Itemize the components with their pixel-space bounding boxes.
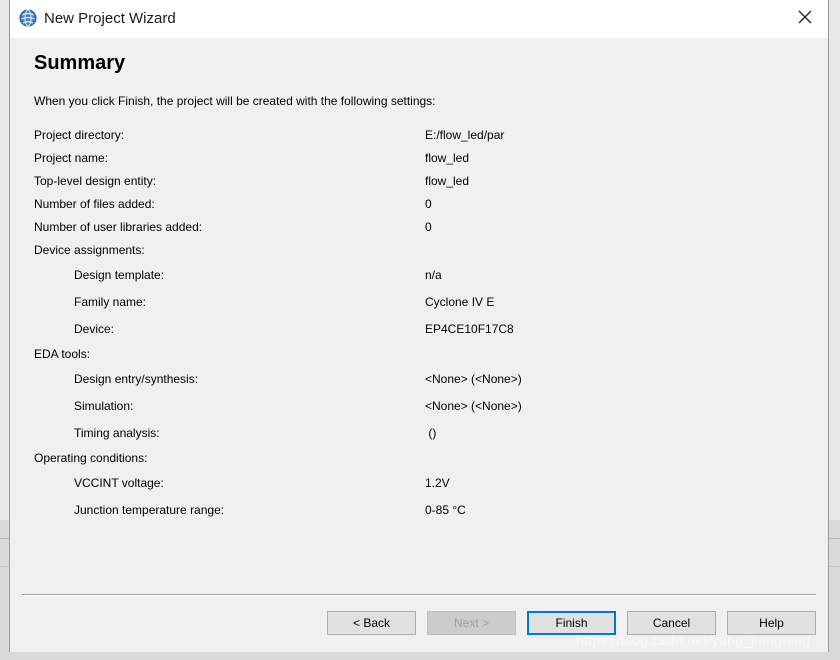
summary-section-operating-conditions: Operating conditions: bbox=[10, 451, 828, 469]
row-label: Number of user libraries added: bbox=[34, 220, 203, 234]
row-value: 0 bbox=[425, 197, 432, 211]
row-value: 0 bbox=[425, 220, 432, 234]
row-value: 0-85 °C bbox=[425, 503, 466, 517]
footer-divider-highlight bbox=[22, 595, 816, 596]
row-value: EP4CE10F17C8 bbox=[425, 322, 514, 336]
summary-row-files-added: Number of files added: 0 bbox=[10, 197, 828, 215]
summary-row-project-directory: Project directory: E:/flow_led/par bbox=[10, 128, 828, 146]
row-value: 1.2V bbox=[425, 476, 450, 490]
row-value: flow_led bbox=[425, 151, 470, 165]
page-title: Summary bbox=[34, 52, 126, 74]
summary-section-eda-tools: EDA tools: bbox=[10, 347, 828, 365]
summary-row-top-level-entity: Top-level design entity: flow_led bbox=[10, 174, 828, 192]
section-label: Operating conditions: bbox=[34, 451, 148, 465]
summary-row-simulation: Simulation: <None> (<None>) bbox=[10, 399, 828, 417]
close-icon bbox=[798, 10, 812, 29]
row-label: Timing analysis: bbox=[74, 426, 160, 440]
summary-row-vccint-voltage: VCCINT voltage: 1.2V bbox=[10, 476, 828, 494]
row-value: () bbox=[425, 426, 437, 440]
quartus-globe-icon bbox=[19, 9, 37, 27]
row-label: Design template: bbox=[74, 268, 165, 282]
summary-row-device: Device: EP4CE10F17C8 bbox=[10, 322, 828, 340]
summary-row-project-name: Project name: flow_led bbox=[10, 151, 828, 169]
summary-page: Summary When you click Finish, the proje… bbox=[10, 38, 828, 652]
row-label: VCCINT voltage: bbox=[74, 476, 164, 490]
row-value: flow_led bbox=[425, 174, 470, 188]
summary-row-design-template: Design template: n/a bbox=[10, 268, 828, 286]
row-label: Simulation: bbox=[74, 399, 134, 413]
title-bar[interactable]: New Project Wizard bbox=[10, 0, 828, 38]
section-label: EDA tools: bbox=[34, 347, 91, 361]
row-label: Family name: bbox=[74, 295, 147, 309]
summary-row-design-entry: Design entry/synthesis: <None> (<None>) bbox=[10, 372, 828, 390]
watermark-text: https://blog.csdn.net/yang_jiangning bbox=[576, 632, 811, 648]
window-title: New Project Wizard bbox=[44, 10, 176, 27]
row-label: Project name: bbox=[34, 151, 109, 165]
row-label: Number of files added: bbox=[34, 197, 155, 211]
wizard-dialog: New Project Wizard Summary When you clic… bbox=[9, 0, 829, 652]
summary-row-family-name: Family name: Cyclone IV E bbox=[10, 295, 828, 313]
row-label: Device: bbox=[74, 322, 115, 336]
summary-row-user-libraries: Number of user libraries added: 0 bbox=[10, 220, 828, 238]
section-label: Device assignments: bbox=[34, 243, 145, 257]
summary-section-device-assignments: Device assignments: bbox=[10, 243, 828, 261]
row-label: Design entry/synthesis: bbox=[74, 372, 199, 386]
row-label: Junction temperature range: bbox=[74, 503, 225, 517]
intro-text: When you click Finish, the project will … bbox=[34, 94, 436, 108]
row-value: Cyclone IV E bbox=[425, 295, 495, 309]
row-label: Project directory: bbox=[34, 128, 125, 142]
back-button[interactable]: < Back bbox=[327, 611, 416, 635]
row-value: n/a bbox=[425, 268, 442, 282]
row-value: E:/flow_led/par bbox=[425, 128, 505, 142]
summary-row-timing-analysis: Timing analysis: () bbox=[10, 426, 828, 444]
close-button[interactable] bbox=[782, 0, 828, 38]
row-value: <None> (<None>) bbox=[425, 372, 522, 386]
row-value: <None> (<None>) bbox=[425, 399, 522, 413]
summary-row-junction-temperature: Junction temperature range: 0-85 °C bbox=[10, 503, 828, 521]
next-button: Next > bbox=[427, 611, 516, 635]
row-label: Top-level design entity: bbox=[34, 174, 157, 188]
